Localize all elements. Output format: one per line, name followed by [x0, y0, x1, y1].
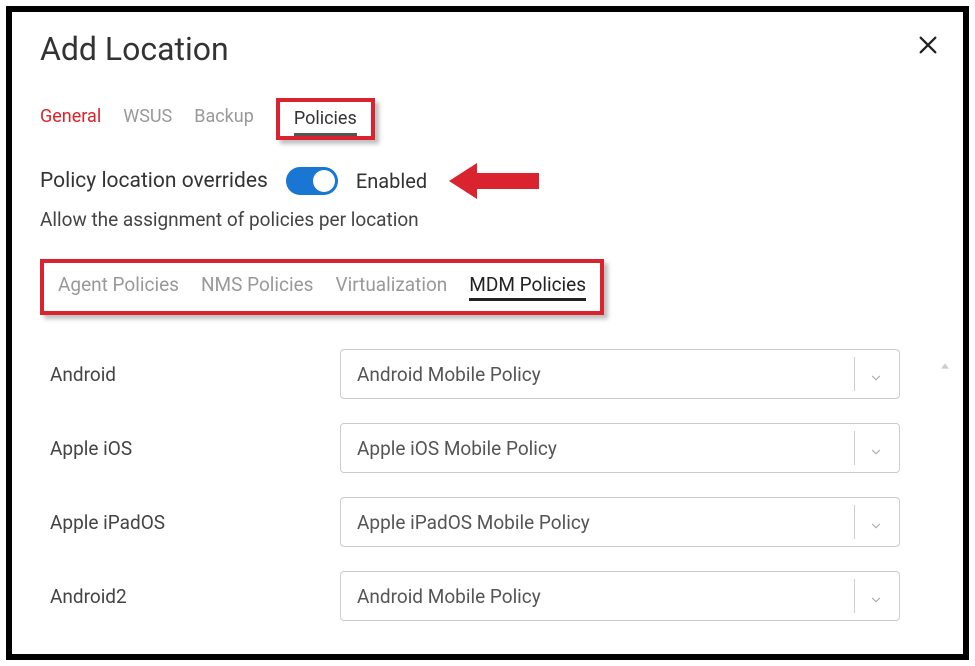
arrow-head-icon	[449, 163, 477, 199]
policy-row-android: Android Android Mobile Policy	[40, 349, 935, 399]
scroll-up-arrow[interactable]	[937, 358, 953, 378]
add-location-dialog: Add Location General WSUS Backup Policie…	[12, 12, 963, 654]
tab-policies[interactable]: Policies	[294, 108, 357, 129]
policy-select-apple-ipados[interactable]: Apple iPadOS Mobile Policy	[340, 497, 900, 547]
overrides-label: Policy location overrides	[40, 169, 268, 193]
select-divider	[854, 579, 855, 613]
overrides-toggle[interactable]	[286, 167, 338, 195]
highlight-box-subtabs: Agent Policies NMS Policies Virtualizati…	[40, 259, 604, 315]
policy-label: Android2	[40, 585, 340, 608]
policy-row-android2: Android2 Android Mobile Policy	[40, 571, 935, 621]
dialog-title: Add Location	[40, 30, 935, 68]
triangle-up-icon	[937, 358, 953, 374]
overrides-row: Policy location overrides Enabled	[40, 166, 935, 196]
close-icon	[917, 34, 939, 56]
dialog-frame: Add Location General WSUS Backup Policie…	[6, 6, 969, 660]
tab-underline	[294, 133, 357, 136]
policy-rows: Android Android Mobile Policy Apple iOS …	[40, 349, 935, 621]
annotation-arrow	[449, 166, 541, 196]
policy-select-value: Apple iPadOS Mobile Policy	[357, 511, 590, 534]
policy-select-android[interactable]: Android Mobile Policy	[340, 349, 900, 399]
policy-row-apple-ios: Apple iOS Apple iOS Mobile Policy	[40, 423, 935, 473]
top-tabs: General WSUS Backup Policies	[40, 98, 935, 140]
chevron-down-icon	[869, 515, 883, 529]
policy-select-value: Android Mobile Policy	[357, 363, 541, 386]
subtab-virtualization[interactable]: Virtualization	[335, 273, 447, 301]
highlight-box-policies: Policies	[276, 98, 375, 140]
overrides-status: Enabled	[356, 169, 427, 193]
policy-select-value: Apple iOS Mobile Policy	[357, 437, 557, 460]
tab-wsus[interactable]: WSUS	[123, 106, 172, 133]
policy-label: Apple iPadOS	[40, 511, 340, 534]
tab-backup[interactable]: Backup	[194, 106, 254, 133]
policy-row-apple-ipados: Apple iPadOS Apple iPadOS Mobile Policy	[40, 497, 935, 547]
select-divider	[854, 357, 855, 391]
arrow-shaft	[477, 173, 539, 189]
policy-label: Android	[40, 363, 340, 386]
subtab-agent-policies[interactable]: Agent Policies	[58, 273, 179, 301]
policy-select-android2[interactable]: Android Mobile Policy	[340, 571, 900, 621]
policy-select-apple-ios[interactable]: Apple iOS Mobile Policy	[340, 423, 900, 473]
select-divider	[854, 431, 855, 465]
close-button[interactable]	[917, 34, 939, 60]
chevron-down-icon	[869, 589, 883, 603]
tab-general[interactable]: General	[40, 106, 101, 133]
toggle-knob	[313, 170, 335, 192]
policy-label: Apple iOS	[40, 437, 340, 460]
select-divider	[854, 505, 855, 539]
subtab-mdm-policies[interactable]: MDM Policies	[469, 273, 586, 301]
policy-select-value: Android Mobile Policy	[357, 585, 541, 608]
subtab-nms-policies[interactable]: NMS Policies	[201, 273, 314, 301]
overrides-description: Allow the assignment of policies per loc…	[40, 208, 935, 231]
chevron-down-icon	[869, 367, 883, 381]
chevron-down-icon	[869, 441, 883, 455]
